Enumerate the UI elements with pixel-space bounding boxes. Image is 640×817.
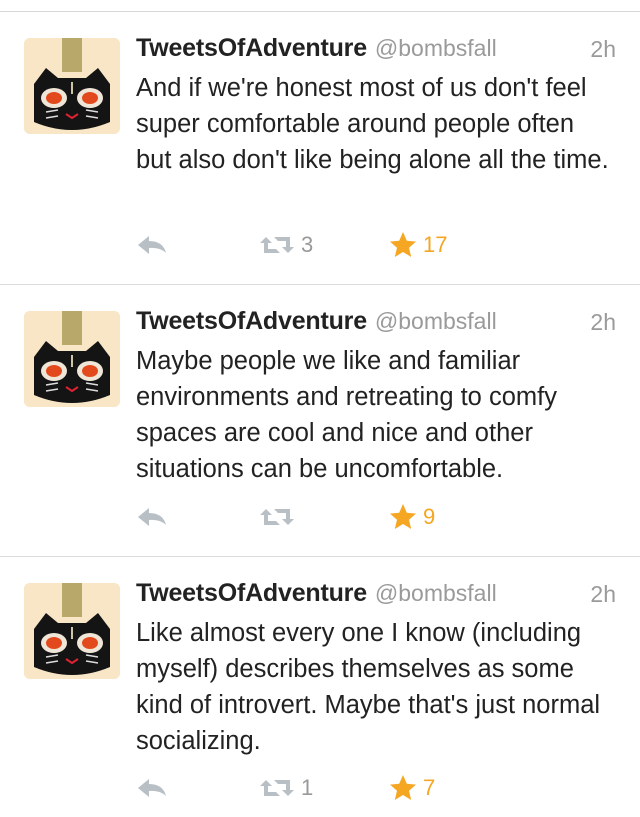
author-name[interactable]: TweetsOfAdventure xyxy=(136,34,367,62)
top-divider xyxy=(0,0,640,12)
tweet-time: 2h xyxy=(590,581,616,607)
author-name[interactable]: TweetsOfAdventure xyxy=(136,307,367,335)
author-name[interactable]: TweetsOfAdventure xyxy=(136,579,367,607)
avatar[interactable] xyxy=(24,311,120,407)
favorite-count: 9 xyxy=(423,504,436,529)
retweet-count: 1 xyxy=(301,775,314,800)
tweet-item[interactable]: TweetsOfAdventure @bombsfall 2h Like almo… xyxy=(0,557,640,817)
tweet-actions: 9 xyxy=(136,502,616,532)
retweet-icon xyxy=(260,509,294,525)
tweet-text: Maybe people we like and familiar enviro… xyxy=(136,347,557,483)
reply-icon xyxy=(138,236,166,254)
star-icon xyxy=(390,504,416,529)
author-handle[interactable]: @bombsfall xyxy=(375,580,497,606)
star-icon xyxy=(390,775,416,800)
reply-icon xyxy=(138,508,166,526)
favorite-count: 7 xyxy=(423,775,436,800)
tweet-time: 2h xyxy=(590,309,616,335)
reply-icon xyxy=(138,779,166,797)
retweet-count: 3 xyxy=(301,232,314,257)
retweet-button[interactable] xyxy=(258,502,301,532)
tweet-item[interactable]: TweetsOfAdventure @bombsfall 2h And if we… xyxy=(0,12,640,285)
black-cat-avatar-icon xyxy=(24,38,120,134)
author-handle[interactable]: @bombsfall xyxy=(375,35,497,61)
avatar[interactable] xyxy=(24,38,120,134)
black-cat-avatar-icon xyxy=(24,583,120,679)
favorite-button[interactable]: 7 xyxy=(388,773,435,803)
tweet-time: 2h xyxy=(590,36,616,62)
reply-button[interactable] xyxy=(136,502,168,532)
tweet-header: TweetsOfAdventure @bombsfall 2h xyxy=(136,579,616,611)
retweet-icon xyxy=(260,780,294,796)
tweet-item[interactable]: TweetsOfAdventure @bombsfall 2h Maybe peo… xyxy=(0,285,640,557)
black-cat-avatar-icon xyxy=(24,311,120,407)
tweet-actions: 1 7 xyxy=(136,773,616,803)
tweet-actions: 3 17 xyxy=(136,230,616,260)
avatar[interactable] xyxy=(24,583,120,679)
author-handle[interactable]: @bombsfall xyxy=(375,308,497,334)
reply-button[interactable] xyxy=(136,230,168,260)
favorite-count: 17 xyxy=(423,232,448,257)
favorite-button[interactable]: 9 xyxy=(388,502,435,532)
tweet-text: Like almost every one I know (including … xyxy=(136,619,601,755)
retweet-button[interactable]: 1 xyxy=(258,773,313,803)
retweet-button[interactable]: 3 xyxy=(258,230,313,260)
tweet-header: TweetsOfAdventure @bombsfall 2h xyxy=(136,34,616,66)
tweet-text: And if we're honest most of us don't fee… xyxy=(136,74,609,174)
favorite-button[interactable]: 17 xyxy=(388,230,447,260)
reply-button[interactable] xyxy=(136,773,168,803)
retweet-icon xyxy=(260,237,294,253)
star-icon xyxy=(390,232,416,257)
tweet-header: TweetsOfAdventure @bombsfall 2h xyxy=(136,307,616,339)
